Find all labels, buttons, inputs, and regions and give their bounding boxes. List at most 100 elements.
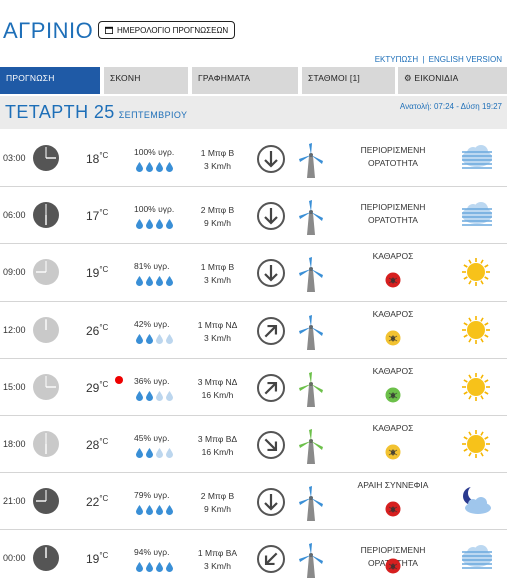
clock-icon <box>32 487 60 515</box>
moon-cloud-icon <box>458 485 494 517</box>
clock-icon <box>32 316 60 344</box>
temperature-unit: °C <box>99 208 109 218</box>
temperature: 28°C <box>86 437 108 452</box>
wind-speed: 3 Km/h <box>204 161 231 171</box>
wind-speed: 9 Km/h <box>204 504 231 515</box>
condition-line: ΠΕΡΙΟΡΙΣΜΕΝΗ <box>360 145 426 155</box>
forecast-table: 03:00 18°C 100% υγρ. 1 Μπφ Β 3 Km/h ΠΕΡΙ… <box>0 130 507 587</box>
temperature: 19°C <box>86 265 108 280</box>
forecast-time: 03:00 <box>3 153 26 163</box>
forecast-row: 21:00 22°C 79% υγρ. 2 Μπφ Β 9 Km/h ΑΡΑΙΗ… <box>0 473 507 531</box>
condition-line: ΠΕΡΙΟΡΙΣΜΕΝΗ <box>360 202 426 213</box>
wind-direction-arrow-icon <box>256 373 286 403</box>
forecast-row: 18:00 28°C 45% υγρ. 3 Μπφ ΒΔ 16 Km/h ΚΑΘ… <box>0 416 507 474</box>
temperature: 22°C <box>86 494 108 509</box>
wind-beaufort: 3 Μπφ ΒΔ <box>197 433 238 444</box>
print-link[interactable]: ΕΚΤΥΠΩΣΗ <box>375 55 418 64</box>
wind-info: 1 Μπφ Β 3 Km/h <box>190 147 245 173</box>
sun-icon <box>458 428 494 460</box>
wind-direction-arrow-icon <box>256 430 286 460</box>
forecast-time: 18:00 <box>3 438 26 449</box>
temperature-value: 17 <box>86 209 100 224</box>
wind-speed: 3 Km/h <box>204 332 231 343</box>
wind-turbine-icon <box>296 256 326 293</box>
forecast-row: 06:00 17°C 100% υγρ. 2 Μπφ Β 9 Km/h ΠΕΡΙ… <box>0 187 507 245</box>
day-weekday: ΤΕΤΑΡΤΗ 25 <box>5 102 115 122</box>
wind-turbine-icon <box>296 485 326 522</box>
temperature-value: 26 <box>86 323 100 338</box>
calendar-icon <box>105 26 113 34</box>
temperature-value: 28 <box>86 437 100 452</box>
mosquito-badge-icon <box>385 387 401 403</box>
sun-icon <box>458 371 494 403</box>
temperature-value: 29 <box>86 380 100 395</box>
forecast-time: 15:00 <box>3 381 26 392</box>
wind-direction-arrow-icon <box>256 544 286 574</box>
wind-info: 1 Μπφ ΝΔ 3 Km/h <box>190 319 245 345</box>
forecast-row: 00:00 19°C 94% υγρ. 1 Μπφ ΒΑ 3 Km/h ΠΕΡΙ… <box>0 530 507 587</box>
heat-alert-icon <box>115 375 123 384</box>
clock-icon <box>32 373 60 401</box>
forecast-time: 21:00 <box>3 496 26 507</box>
wind-direction-arrow-icon <box>256 316 286 346</box>
tab-forecast[interactable]: ΠΡΟΓΝΩΣΗ <box>0 67 100 94</box>
wind-turbine-icon <box>296 142 326 178</box>
tab-dust[interactable]: ΣΚΟΝΗ <box>104 67 188 94</box>
wind-info: 1 Μπφ ΒΑ 3 Km/h <box>190 547 245 573</box>
wind-direction-arrow-icon <box>256 487 286 517</box>
tab-charts[interactable]: ΓΡΑΦΗΜΑΤΑ <box>192 67 298 94</box>
mosquito-badge-icon <box>385 330 401 346</box>
temperature-unit: °C <box>99 151 109 160</box>
forecast-time: 12:00 <box>3 324 26 335</box>
wind-speed: 16 Km/h <box>201 446 234 457</box>
condition-line: ΠΕΡΙΟΡΙΣΜΕΝΗ <box>360 545 426 556</box>
wind-speed: 16 Km/h <box>201 389 234 400</box>
temperature-value: 19 <box>86 266 100 281</box>
fog-icon <box>458 142 494 174</box>
wind-info: 3 Μπφ ΝΔ 16 Km/h <box>190 376 245 402</box>
tab-widgets-label: ΕΙΚΟΝΙΔΙΑ <box>414 73 459 83</box>
clock-icon <box>32 544 60 572</box>
wind-beaufort: 2 Μπφ Β <box>200 205 235 216</box>
condition-line: ΟΡΑΤΟΤΗΤΑ <box>368 158 418 168</box>
humidity: 81% υγρ. <box>134 261 170 272</box>
wind-info: 2 Μπφ Β 9 Km/h <box>190 490 245 516</box>
condition-line: ΚΑΘΑΡΟΣ <box>372 422 414 433</box>
wind-direction-arrow-icon <box>256 144 286 174</box>
clock-icon <box>32 144 60 172</box>
humidity: 100% υγρ. <box>134 147 175 157</box>
temperature-unit: °C <box>99 551 109 561</box>
humidity-drops-icon <box>136 562 173 573</box>
tab-stations[interactable]: ΣΤΑΘΜΟΙ [1] <box>302 67 395 94</box>
temperature-unit: °C <box>99 322 109 332</box>
english-version-link[interactable]: ENGLISH VERSION <box>429 55 502 64</box>
day-title: ΤΕΤΑΡΤΗ 25 ΣΕΠΤΕΜΒΡΙΟΥ <box>5 102 187 123</box>
forecast-row: 09:00 19°C 81% υγρ. 1 Μπφ Β 3 Km/h ΚΑΘΑΡ… <box>0 244 507 302</box>
tab-widgets[interactable]: ⚙ ΕΙΚΟΝΙΔΙΑ <box>398 67 507 94</box>
clock-icon <box>32 258 60 286</box>
wind-speed: 9 Km/h <box>204 218 231 229</box>
calendar-button[interactable]: ΗΜΕΡΟΛΟΓΙΟ ΠΡΟΓΝΩΣΕΩΝ <box>98 21 236 39</box>
mosquito-badge-icon <box>385 272 401 288</box>
wind-beaufort: 1 Μπφ Β <box>200 262 235 273</box>
temperature: 19°C <box>86 551 108 566</box>
wind-speed: 3 Km/h <box>204 561 231 572</box>
temperature-unit: °C <box>99 265 109 275</box>
wind-turbine-icon <box>296 314 326 350</box>
tab-bar: ΠΡΟΓΝΩΣΗ ΣΚΟΝΗ ΓΡΑΦΗΜΑΤΑ ΣΤΑΘΜΟΙ [1] ⚙ Ε… <box>0 67 507 94</box>
humidity-drops-icon <box>136 333 173 344</box>
temperature-value: 19 <box>86 552 100 567</box>
condition-line: ΚΑΘΑΡΟΣ <box>372 251 414 262</box>
wind-beaufort: 1 Μπφ ΝΔ <box>197 319 238 330</box>
weather-condition: ΚΑΘΑΡΟΣ <box>345 365 441 378</box>
forecast-time: 00:00 <box>3 553 26 564</box>
wind-direction-arrow-icon <box>256 258 286 288</box>
humidity: 94% υγρ. <box>134 547 170 558</box>
forecast-time: 06:00 <box>3 210 26 221</box>
weather-condition: ΚΑΘΑΡΟΣ <box>345 422 441 435</box>
humidity-drops-icon <box>136 276 173 287</box>
sun-icon <box>458 256 494 288</box>
wind-beaufort: 3 Μπφ ΝΔ <box>197 376 238 387</box>
day-header: ΤΕΤΑΡΤΗ 25 ΣΕΠΤΕΜΒΡΙΟΥ Ανατολή: 07:24 - Δ… <box>0 96 507 129</box>
mosquito-badge-icon <box>385 444 401 460</box>
